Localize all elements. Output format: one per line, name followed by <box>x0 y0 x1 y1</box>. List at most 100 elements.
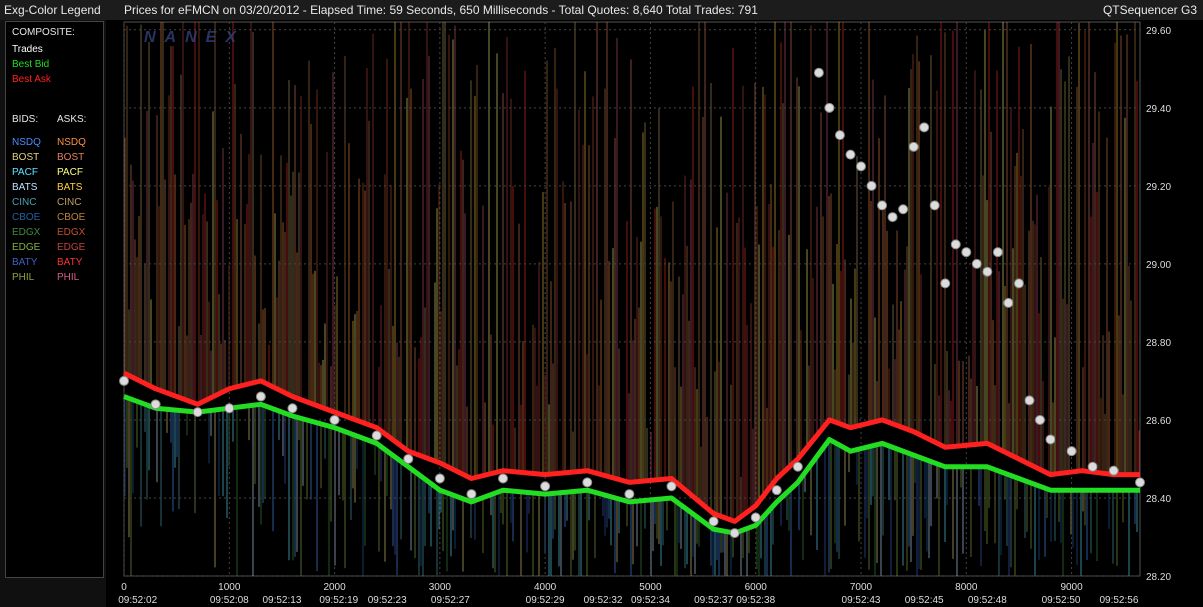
ask-legend-item: BATY <box>57 257 83 268</box>
trade-point <box>540 481 551 492</box>
bid-legend-item: BOST <box>12 152 40 163</box>
ask-legend-item: PACF <box>57 167 83 178</box>
bid-legend-item: BATS <box>12 182 38 193</box>
time-label: 09:52:37 <box>694 595 733 606</box>
trade-point <box>403 453 414 464</box>
ask-legend-item: CBOE <box>57 212 86 223</box>
trade-point <box>150 399 161 410</box>
bid-legend-item: EDGE <box>12 242 41 253</box>
watermark: NANEX <box>144 29 245 46</box>
trade-point <box>582 477 593 488</box>
composite-item: Trades <box>12 44 43 55</box>
trade-point <box>898 204 909 215</box>
trade-point <box>824 102 835 113</box>
trade-point <box>771 485 782 496</box>
time-label: 09:52:45 <box>905 595 944 606</box>
legend-panel: Exg-Color Legend COMPOSITE: Trades Best Bi… <box>0 0 106 607</box>
trade-point <box>866 180 877 191</box>
time-label: 09:52:32 <box>584 595 623 606</box>
trade-point <box>887 212 898 223</box>
trade-point <box>1135 477 1145 488</box>
trade-point <box>434 473 445 484</box>
x-tick-label: 1000 <box>218 582 241 593</box>
x-tick-label: 9000 <box>1060 582 1083 593</box>
trade-point <box>119 375 129 386</box>
trade-point <box>224 403 235 414</box>
ask-legend-item: NSDQ <box>57 137 86 148</box>
price-chart[interactable]: 29.60 29.40 29.20 29.00 28.80 28.60 28.40 28.20… <box>106 20 1203 607</box>
y-tick-label: 28.40 <box>1146 494 1171 505</box>
asks-label: ASKS: <box>57 114 87 125</box>
trade-point <box>929 200 940 211</box>
x-tick-label: 0 <box>121 582 127 593</box>
trade-point <box>1003 297 1014 308</box>
y-tick-label: 29.20 <box>1146 182 1171 193</box>
bid-legend-item: CBOE <box>12 212 41 223</box>
ask-legend-item: PHIL <box>57 272 80 283</box>
trade-point <box>329 414 340 425</box>
trade-point <box>855 161 866 172</box>
trade-point <box>1024 395 1035 406</box>
trade-point <box>287 403 298 414</box>
trade-point <box>992 247 1003 258</box>
trade-point <box>908 141 919 152</box>
trade-point <box>919 122 930 133</box>
ask-legend-item: EDGE <box>57 242 86 253</box>
trade-point <box>1066 446 1077 457</box>
trade-point <box>466 489 477 500</box>
trade-point <box>940 278 951 289</box>
time-label: 09:52:19 <box>319 595 358 606</box>
trade-point <box>1013 278 1024 289</box>
ask-legend-item: BOST <box>57 152 85 163</box>
time-label: 09:52:02 <box>118 595 157 606</box>
composite-item: Best Ask <box>12 74 51 85</box>
trade-point <box>834 130 845 141</box>
time-label: 09:52:50 <box>1042 595 1081 606</box>
trade-point <box>982 266 993 277</box>
trade-point <box>624 489 635 500</box>
x-tick-label: 2000 <box>323 582 346 593</box>
y-tick-label: 28.80 <box>1146 338 1171 349</box>
y-tick-label: 28.60 <box>1146 416 1171 427</box>
composite-item: Best Bid <box>12 59 50 70</box>
x-tick-label: 8000 <box>955 582 978 593</box>
trade-point <box>813 67 824 78</box>
x-tick-label: 3000 <box>429 582 452 593</box>
trade-point <box>192 407 203 418</box>
bid-legend-item: EDGX <box>12 227 41 238</box>
trade-point <box>371 430 382 441</box>
trade-point <box>750 512 761 523</box>
trade-point <box>1108 465 1119 476</box>
app-name: QTSequencer G3 <box>1102 3 1197 17</box>
time-label: 09:52:56 <box>1099 595 1138 606</box>
trade-point <box>666 481 677 492</box>
trade-point <box>1087 461 1098 472</box>
x-tick-label: 4000 <box>534 582 557 593</box>
trade-point <box>1045 434 1056 445</box>
time-label: 09:52:27 <box>431 595 470 606</box>
time-label: 09:52:23 <box>368 595 407 606</box>
y-tick-label: 29.00 <box>1146 260 1171 271</box>
bids-label: BIDS: <box>12 114 39 125</box>
legend-header: Exg-Color Legend <box>0 0 106 20</box>
time-label: 09:52:34 <box>631 595 670 606</box>
ask-legend-item: EDGX <box>57 227 86 238</box>
chart-title: Prices for eFMCN on 03/20/2012 - Elapsed… <box>124 3 758 17</box>
time-label: 09:52:43 <box>842 595 881 606</box>
trade-point <box>729 528 740 539</box>
trade-point <box>498 473 509 484</box>
time-label: 09:52:29 <box>526 595 565 606</box>
x-tick-label: 7000 <box>850 582 873 593</box>
chart-header: Prices for eFMCN on 03/20/2012 - Elapsed… <box>106 0 1203 20</box>
trade-point <box>1034 414 1045 425</box>
time-label: 09:52:13 <box>262 595 301 606</box>
bid-legend-item: PHIL <box>12 272 35 283</box>
trade-point <box>877 200 888 211</box>
composite-label: COMPOSITE: <box>12 27 75 38</box>
ask-legend-item: BATS <box>57 182 83 193</box>
legend-box: COMPOSITE: Trades Best Bid Best Ask BIDS: ASK… <box>5 21 104 578</box>
y-tick-label: 28.20 <box>1146 572 1171 583</box>
x-tick-label: 5000 <box>639 582 662 593</box>
time-label: 09:52:38 <box>736 595 775 606</box>
trade-point <box>255 391 266 402</box>
